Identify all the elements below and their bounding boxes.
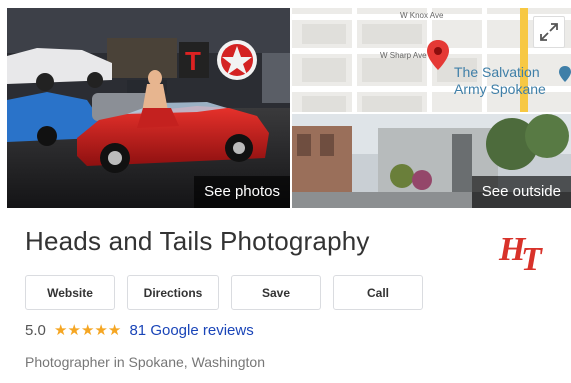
svg-text:T: T: [185, 46, 201, 76]
garage-photo[interactable]: T See photos: [7, 8, 290, 208]
see-photos-label: See photos: [204, 183, 280, 200]
svg-text:T: T: [521, 241, 543, 274]
star-icon: ★: [54, 322, 68, 339]
reviews-link[interactable]: 81 Google reviews: [129, 322, 253, 339]
save-button[interactable]: Save: [231, 275, 321, 310]
business-panel: T See photos W Knox Ave W Sharp Ave The …: [7, 8, 571, 383]
business-logo: H T: [495, 226, 555, 278]
photo-grid: T See photos W Knox Ave W Sharp Ave The …: [7, 8, 571, 208]
map-pin-icon[interactable]: [427, 40, 449, 70]
save-label: Save: [261, 285, 291, 300]
directions-button[interactable]: Directions: [127, 275, 219, 310]
call-button[interactable]: Call: [333, 275, 423, 310]
map-street-mid: W Sharp Ave: [380, 51, 427, 60]
rating-value: 5.0: [25, 322, 46, 339]
see-outside-label: See outside: [481, 183, 561, 200]
poi-name-line2: Army Spokane: [454, 81, 546, 97]
call-label: Call: [366, 285, 389, 300]
star-icon: ★: [67, 322, 81, 339]
directions-label: Directions: [143, 285, 203, 300]
star-icon: ★: [107, 322, 122, 339]
expand-icon: [540, 23, 558, 41]
outside-photo[interactable]: See outside: [292, 114, 571, 208]
rating-row: 5.0 ★★★★★ 81 Google reviews: [25, 321, 254, 339]
business-logo-image: H T: [498, 231, 543, 278]
map-preview[interactable]: W Knox Ave W Sharp Ave The Salvation Arm…: [292, 8, 571, 112]
business-name: Heads and Tails Photography: [25, 226, 370, 256]
see-outside-button[interactable]: See outside: [471, 176, 571, 208]
website-button[interactable]: Website: [25, 275, 115, 310]
rating-stars: ★★★★★: [54, 322, 125, 339]
star-icon: ★: [80, 322, 95, 339]
business-category: Photographer in Spokane, Washington: [25, 354, 265, 370]
poi-name-line1: The Salvation: [454, 64, 540, 80]
map-poi-label[interactable]: The Salvation Army Spokane: [454, 64, 546, 98]
star-icon: ★: [94, 322, 108, 339]
website-label: Website: [47, 285, 93, 300]
map-street-top: W Knox Ave: [400, 11, 444, 20]
map-poi-icon: [559, 66, 571, 82]
expand-map-button[interactable]: [533, 16, 565, 48]
see-photos-button[interactable]: See photos: [194, 176, 290, 208]
